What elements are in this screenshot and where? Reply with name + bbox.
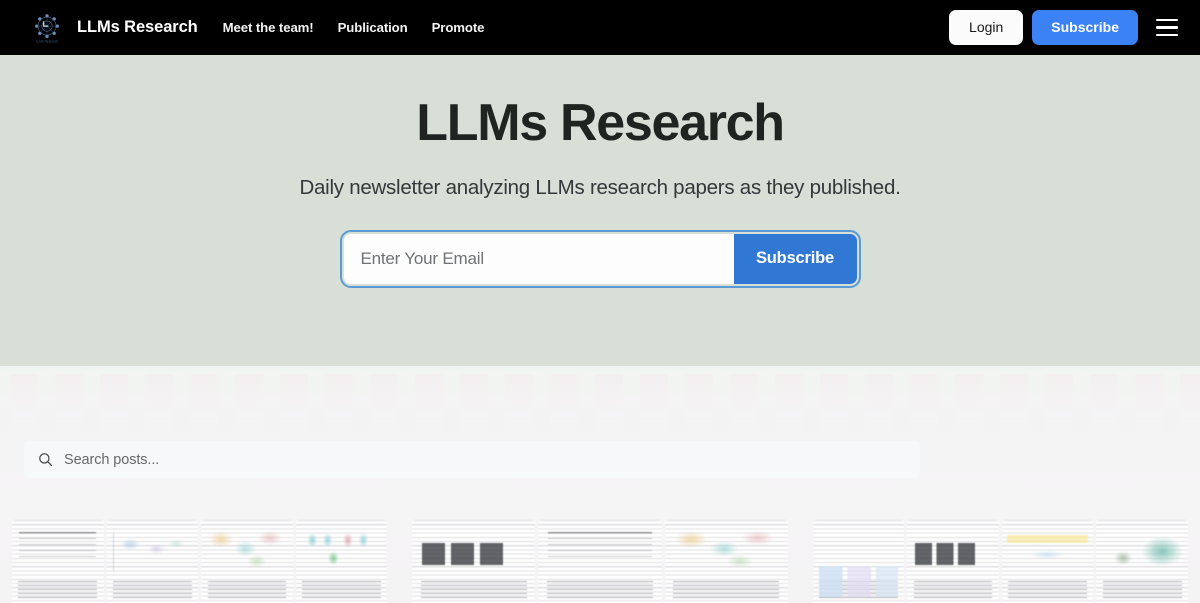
- post-thumbnail[interactable]: [295, 520, 388, 603]
- thumbnail-caption-lines: [18, 580, 98, 599]
- ghost-card: [1000, 374, 1028, 432]
- ghost-card: [145, 374, 173, 432]
- hamburger-menu-icon[interactable]: [1150, 12, 1184, 42]
- ghost-card: [190, 374, 218, 432]
- post-thumbnail-grid: [0, 520, 1200, 603]
- post-thumbnail[interactable]: [538, 520, 662, 603]
- ghost-card-strip: [0, 374, 1200, 436]
- ghost-card: [955, 374, 983, 432]
- ghost-card: [1135, 374, 1163, 432]
- ghost-card: [775, 374, 803, 432]
- ghost-card: [370, 374, 398, 432]
- post-card[interactable]: [412, 520, 788, 603]
- thumbnail-caption-lines: [1008, 580, 1087, 599]
- ghost-card: [280, 374, 308, 432]
- ghost-card: [460, 374, 488, 432]
- ghost-card: [235, 374, 263, 432]
- thumbnail-caption-lines: [420, 580, 527, 599]
- page-root: LLMs Research LLMs Research Meet the tea…: [0, 0, 1200, 603]
- ghost-card: [415, 374, 443, 432]
- ghost-card: [595, 374, 623, 432]
- thumbnail-caption-lines: [547, 580, 653, 599]
- ghost-card: [55, 374, 83, 432]
- ghost-card: [685, 374, 713, 432]
- thumbnail-caption-lines: [1102, 580, 1182, 599]
- search-icon: [38, 452, 53, 467]
- ghost-card: [1045, 374, 1073, 432]
- post-thumbnail[interactable]: [1096, 520, 1188, 603]
- ghost-card: [910, 374, 938, 432]
- header-subscribe-button[interactable]: Subscribe: [1032, 10, 1138, 45]
- svg-text:LLMs Research: LLMs Research: [36, 39, 59, 43]
- post-card[interactable]: [12, 520, 388, 603]
- thumbnail-caption-lines: [302, 580, 381, 599]
- hamburger-bar: [1156, 33, 1178, 37]
- login-button[interactable]: Login: [949, 10, 1024, 45]
- post-thumbnail[interactable]: [664, 520, 788, 603]
- subscribe-form: Subscribe: [339, 229, 861, 288]
- ghost-card: [820, 374, 848, 432]
- thumbnail-caption-lines: [819, 580, 898, 599]
- ghost-card: [640, 374, 668, 432]
- post-thumbnail[interactable]: [1001, 520, 1094, 603]
- nav-item-publication[interactable]: Publication: [338, 20, 408, 35]
- ghost-card: [1180, 374, 1200, 432]
- header-actions: Login Subscribe: [949, 10, 1184, 45]
- nav-item-meet-the-team[interactable]: Meet the team!: [223, 20, 314, 35]
- post-thumbnail[interactable]: [907, 520, 999, 603]
- post-card[interactable]: [812, 520, 1188, 603]
- search-bar[interactable]: [24, 441, 920, 478]
- post-thumbnail[interactable]: [106, 520, 199, 603]
- email-field[interactable]: [343, 233, 734, 284]
- thumbnail-caption-lines: [207, 580, 287, 599]
- nav-item-promote[interactable]: Promote: [432, 20, 485, 35]
- brand-link[interactable]: LLMs Research LLMs Research: [28, 8, 198, 47]
- gear-network-logo-icon: LLMs Research: [28, 8, 66, 47]
- ghost-card: [865, 374, 893, 432]
- thumbnail-caption-lines: [112, 580, 192, 599]
- hero-subtitle: Daily newsletter analyzing LLMs research…: [299, 175, 901, 199]
- post-thumbnail[interactable]: [412, 520, 536, 603]
- ghost-card: [1090, 374, 1118, 432]
- site-header: LLMs Research LLMs Research Meet the tea…: [0, 0, 1200, 55]
- thumbnail-caption-lines: [913, 580, 993, 599]
- brand-name: LLMs Research: [77, 18, 198, 36]
- ghost-card: [730, 374, 758, 432]
- main-nav: Meet the team! Publication Promote: [223, 20, 485, 35]
- thumbnail-caption-lines: [673, 580, 780, 599]
- post-thumbnail[interactable]: [201, 520, 293, 603]
- post-thumbnail[interactable]: [812, 520, 905, 603]
- hero-section: LLMs Research Daily newsletter analyzing…: [0, 55, 1200, 366]
- ghost-card: [505, 374, 533, 432]
- hamburger-bar: [1156, 18, 1178, 22]
- hamburger-bar: [1156, 26, 1178, 29]
- post-thumbnail[interactable]: [12, 520, 104, 603]
- ghost-card: [100, 374, 128, 432]
- page-title: LLMs Research: [416, 94, 785, 152]
- search-input[interactable]: [53, 451, 906, 468]
- hero-subscribe-button[interactable]: Subscribe: [733, 233, 857, 284]
- ghost-card: [550, 374, 578, 432]
- ghost-card: [10, 374, 38, 432]
- ghost-card: [325, 374, 353, 432]
